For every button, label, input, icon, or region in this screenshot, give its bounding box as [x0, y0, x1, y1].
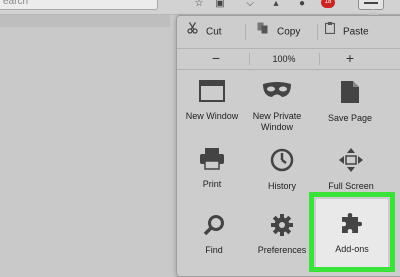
zoom-reset-button[interactable]: 100%	[249, 49, 319, 69]
gear-icon	[249, 214, 315, 239]
pocket-icon[interactable]: ⌵	[244, 0, 256, 10]
fullscreen-icon	[318, 148, 384, 175]
edit-controls: Cut Copy Paste	[177, 16, 400, 49]
save-page-label: Save Page	[327, 113, 373, 123]
paste-button[interactable]: Paste	[324, 16, 369, 48]
find-label: Find	[205, 245, 223, 255]
cut-button[interactable]: Cut	[187, 16, 222, 48]
copy-label: Copy	[277, 26, 301, 38]
clipboard-icon[interactable]: ▣	[214, 0, 226, 10]
star-icon[interactable]: ☆	[193, 0, 205, 10]
search-input[interactable]: earch	[0, 0, 158, 10]
preferences-label: Preferences	[257, 245, 307, 255]
clock-icon	[249, 148, 315, 175]
stop-icon[interactable]: ●	[296, 0, 308, 10]
new-window-label: New Window	[185, 111, 239, 121]
new-private-window-button[interactable]: New Private Window	[244, 80, 310, 133]
full-screen-label: Full Screen	[328, 181, 374, 191]
scissors-icon	[187, 16, 198, 48]
print-button[interactable]: Print	[179, 148, 245, 190]
divider	[319, 53, 320, 65]
printer-icon	[179, 148, 245, 173]
highlight-box	[309, 192, 395, 272]
save-page-button[interactable]: Save Page	[317, 80, 383, 124]
find-button[interactable]: Find	[181, 214, 247, 256]
home-icon[interactable]: ▴	[270, 0, 282, 10]
page-icon	[317, 80, 383, 107]
divider	[317, 24, 318, 40]
print-label: Print	[202, 179, 222, 189]
zoom-in-button[interactable]: +	[330, 49, 370, 69]
full-screen-button[interactable]: Full Screen	[318, 148, 384, 192]
cut-label: Cut	[206, 26, 222, 38]
history-label: History	[267, 181, 296, 191]
magnifier-icon	[181, 214, 247, 239]
badge-icon[interactable]: 18	[321, 0, 335, 8]
copy-icon	[257, 16, 269, 48]
new-private-window-label: New Private Window	[252, 111, 302, 132]
preferences-button[interactable]: Preferences	[249, 214, 315, 256]
mask-icon	[244, 80, 310, 105]
history-button[interactable]: History	[249, 148, 315, 192]
window-icon	[179, 80, 245, 105]
new-window-button[interactable]: New Window	[179, 80, 245, 122]
copy-button[interactable]: Copy	[257, 16, 300, 48]
page-top-strip	[0, 15, 170, 27]
divider	[245, 24, 246, 40]
zoom-controls: − 100% +	[177, 49, 400, 70]
zoom-out-button[interactable]: −	[196, 49, 236, 69]
paste-label: Paste	[343, 26, 369, 38]
clipboard-paste-icon	[324, 16, 336, 48]
